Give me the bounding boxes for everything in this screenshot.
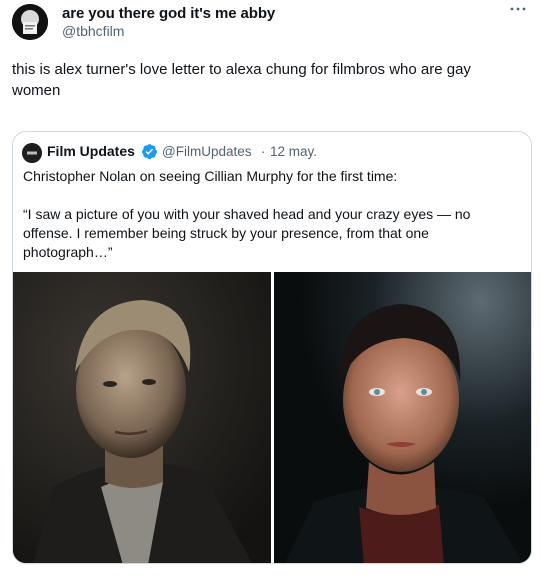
author-avatar[interactable]: [12, 4, 48, 40]
quoted-date[interactable]: 12 may.: [270, 144, 317, 159]
quoted-media: [13, 272, 531, 563]
quoted-avatar[interactable]: [22, 143, 42, 163]
verified-badge-icon: [141, 143, 158, 160]
separator-dot: ·: [261, 144, 266, 159]
tweet-text: this is alex turner's love letter to ale…: [12, 61, 471, 99]
quoted-tweet[interactable]: Film Updates @FilmUpdates · 12 may. Chri…: [12, 131, 532, 564]
photo-cillian-murphy[interactable]: [274, 272, 531, 563]
photo-christopher-nolan[interactable]: [13, 272, 271, 563]
quoted-text-line: Christopher Nolan on seeing Cillian Murp…: [23, 168, 398, 184]
tweet: are you there god it's me abby @tbhcfilm…: [0, 0, 540, 576]
quoted-author-handle[interactable]: @FilmUpdates: [162, 144, 251, 159]
author-name[interactable]: are you there god it's me abby: [62, 5, 275, 22]
quoted-text-quote: “I saw a picture of you with your shaved…: [23, 206, 471, 260]
more-horizontal-icon[interactable]: [508, 2, 528, 18]
author-handle[interactable]: @tbhcfilm: [62, 23, 124, 39]
quoted-author-name[interactable]: Film Updates: [47, 143, 135, 159]
